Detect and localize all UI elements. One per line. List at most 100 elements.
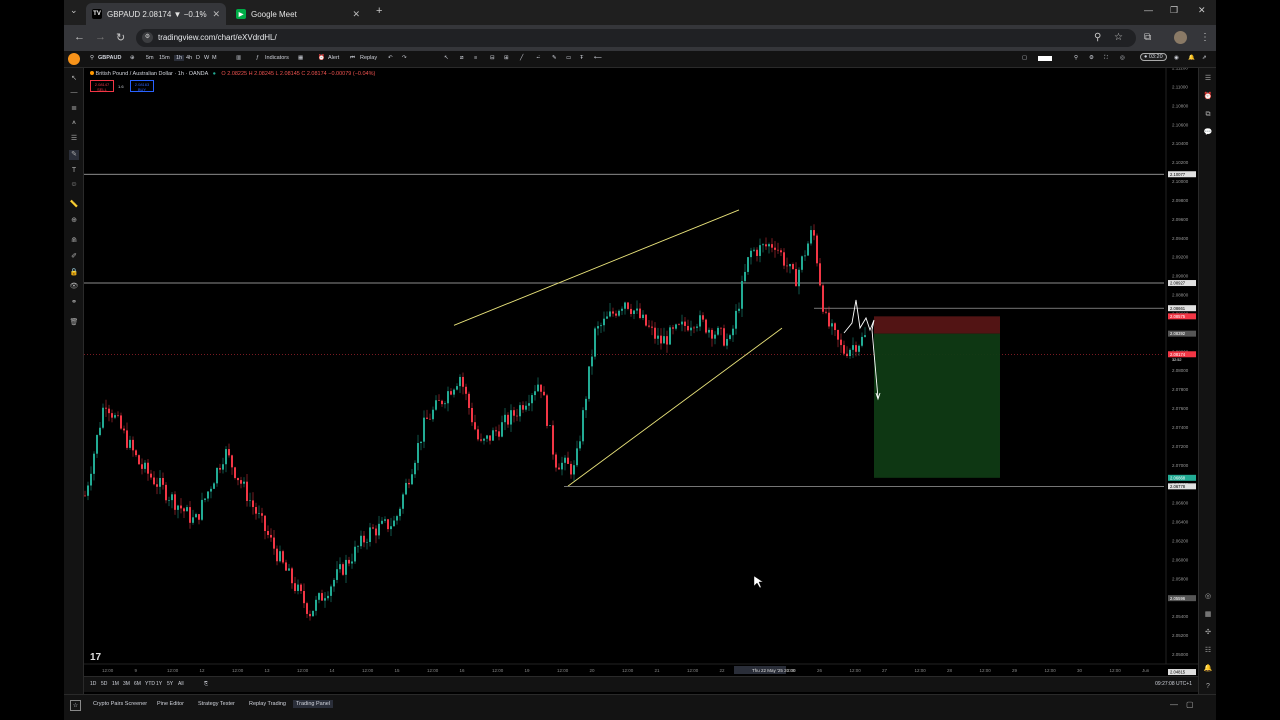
symbol-search-icon[interactable]: ⚲ <box>90 55 94 61</box>
alerts-sidebar-icon[interactable]: ⏰ <box>1203 92 1213 102</box>
restore-icon[interactable]: ❐ <box>1170 5 1178 16</box>
chat-icon[interactable]: 💬 <box>1203 128 1213 138</box>
notifications-sidebar-icon[interactable]: 🔔 <box>1203 664 1213 674</box>
pattern-icon[interactable]: ⩚ <box>69 118 79 128</box>
tab-pine-editor[interactable]: Pine Editor <box>154 700 187 708</box>
minimize-icon[interactable]: — <box>1144 5 1153 15</box>
cursor-tool-icon[interactable]: ↖ <box>444 55 449 61</box>
line-tool-icon[interactable]: — <box>69 88 79 98</box>
layout-dropdown[interactable] <box>1038 55 1052 63</box>
range-1m[interactable]: 1M <box>112 681 119 687</box>
tab-crypto-pairs-screener[interactable]: Crypto Pairs Screener <box>90 700 150 708</box>
ideas-icon[interactable]: ◎ <box>1203 592 1213 602</box>
news-icon[interactable]: ☷ <box>1203 646 1213 656</box>
buy-button[interactable]: 2.08163 BUY <box>130 80 154 92</box>
templates-icon[interactable]: ▦ <box>298 55 303 61</box>
replay-icon[interactable]: ⏮ <box>350 55 355 62</box>
fullscreen-icon[interactable]: ⛶ <box>1104 55 1108 62</box>
watchlist-sidebar-icon[interactable]: ☰ <box>1203 74 1213 84</box>
text-icon[interactable]: T <box>69 166 79 176</box>
new-tab-icon[interactable]: + <box>376 5 382 17</box>
undo-icon[interactable]: ↶ <box>388 55 393 61</box>
interval-w[interactable]: W <box>204 55 209 61</box>
brush-icon[interactable]: ✎ <box>552 55 557 61</box>
range-3m[interactable]: 3M <box>123 681 130 687</box>
range-5y[interactable]: 5Y <box>167 681 173 687</box>
compare-icon[interactable]: ⊕ <box>130 55 135 61</box>
forecast-icon[interactable]: ☰ <box>69 134 79 144</box>
alert-button[interactable]: Alert <box>328 55 339 61</box>
site-info-icon[interactable]: ⚙ <box>142 32 153 43</box>
browser-tab-meet[interactable]: ▶ Google Meet ✕ <box>230 3 366 25</box>
trend-line-icon[interactable]: ╱ <box>520 55 523 61</box>
search-icon[interactable]: ⚲ <box>1074 55 1078 61</box>
drawing-tool-icon[interactable]: ≡ <box>474 55 477 61</box>
extensions-icon[interactable]: ⧉ <box>1144 32 1151 43</box>
range-6m[interactable]: 6M <box>134 681 141 687</box>
tab-search-icon[interactable]: ⌄ <box>70 5 78 16</box>
window-close-icon[interactable]: ✕ <box>1198 5 1206 16</box>
zoom-in-icon[interactable]: ⊕ <box>69 216 79 226</box>
close-icon[interactable]: ✕ <box>212 9 220 20</box>
hide-icon[interactable]: 👁 <box>69 282 79 292</box>
timezone-label[interactable]: 09:27:08 UTC+1 <box>1155 681 1192 687</box>
interval-m[interactable]: M <box>212 55 217 61</box>
link-icon[interactable]: ⚭ <box>69 298 79 308</box>
interval-5m[interactable]: 5m <box>146 55 154 61</box>
profile-avatar[interactable] <box>1174 31 1187 44</box>
minimize-panel-icon[interactable]: — <box>1170 700 1178 709</box>
symbol-search-input[interactable]: GBPAUD <box>98 55 121 61</box>
interval-1h[interactable]: 1h <box>174 55 185 61</box>
browser-tab-tradingview[interactable]: TV GBPAUD 2.08174 ▼ −0.1% ✕ <box>86 3 226 25</box>
object-tree-icon[interactable]: ⧉ <box>1203 110 1213 120</box>
drawing-tool-icon[interactable]: ⧄ <box>460 55 464 62</box>
replay-button[interactable]: Replay <box>360 55 377 61</box>
lock-icon[interactable]: 🔒 <box>69 268 79 278</box>
cursor-icon[interactable]: ↖ <box>69 74 79 84</box>
rectangle-tool-icon[interactable]: ▭ <box>566 55 571 61</box>
interval-15m[interactable]: 15m <box>159 55 170 61</box>
goto-date-icon[interactable]: ⎘ <box>204 681 208 687</box>
brush-tool-icon[interactable]: ✎ <box>69 150 79 160</box>
layout-icon[interactable]: ▢ <box>1022 55 1027 61</box>
tab-strategy-tester[interactable]: Strategy Tester <box>195 700 238 708</box>
forward-icon[interactable]: → <box>95 31 106 43</box>
snapshot-icon[interactable]: ◎ <box>1120 55 1125 61</box>
calendar-icon[interactable]: ▦ <box>1203 610 1213 620</box>
back-icon[interactable]: ← <box>74 31 85 43</box>
sell-button[interactable]: 2.08147 SELL <box>90 80 114 92</box>
url-field[interactable]: ⚙ tradingview.com/chart/eXVdrdHL/ <box>136 29 1136 47</box>
zoom-icon[interactable]: ⚲ <box>1094 32 1101 43</box>
maximize-panel-icon[interactable]: ▢ <box>1186 700 1194 709</box>
range-1d[interactable]: 1D <box>90 681 96 687</box>
chart-type-icon[interactable]: ▥ <box>236 55 241 61</box>
interval-d[interactable]: D <box>196 55 200 61</box>
indicators-button[interactable]: Indicators <box>265 55 289 61</box>
tab-trading-panel[interactable]: Trading Panel <box>293 700 334 708</box>
magnet-icon[interactable]: ⋒ <box>69 236 79 246</box>
range-1y[interactable]: 1Y <box>156 681 162 687</box>
help-icon[interactable]: ? <box>1203 682 1213 692</box>
emoji-icon[interactable]: ☺ <box>69 180 79 190</box>
ruler-icon[interactable]: 📏 <box>69 200 79 210</box>
text-tool-icon[interactable]: Ŧ <box>580 55 583 61</box>
stay-drawing-icon[interactable]: ✐ <box>69 252 79 262</box>
fib-tool-icon[interactable]: ≣ <box>69 104 79 114</box>
browser-menu-icon[interactable]: ⋮ <box>1200 32 1210 43</box>
reload-icon[interactable]: ↻ <box>116 31 125 44</box>
interval-4h[interactable]: 4h <box>186 55 192 61</box>
star-icon[interactable]: ☆ <box>70 700 81 711</box>
close-icon[interactable]: ✕ <box>352 9 360 20</box>
watchlist-icon[interactable]: ◉ <box>1174 55 1179 61</box>
drawing-tool-icon[interactable]: ⊟ <box>490 55 495 61</box>
notifications-icon[interactable]: 🔔 <box>1188 55 1195 61</box>
indicators-icon[interactable]: ƒ <box>256 55 259 61</box>
price-chart[interactable]: 2.11200 2.11000 2.10800 2.10600 2.10400 2.102… <box>84 68 1198 694</box>
tab-replay-trading[interactable]: Replay Trading <box>246 700 289 708</box>
pattern-tool-icon[interactable]: ⩫ <box>536 55 541 61</box>
arrow-tool-icon[interactable]: ⟵ <box>594 55 602 61</box>
network-icon[interactable]: ✣ <box>1203 628 1213 638</box>
publish-icon[interactable]: ⇗ <box>1202 55 1207 61</box>
settings-icon[interactable]: ⚙ <box>1089 55 1094 61</box>
range-ytd[interactable]: YTD <box>145 681 155 687</box>
